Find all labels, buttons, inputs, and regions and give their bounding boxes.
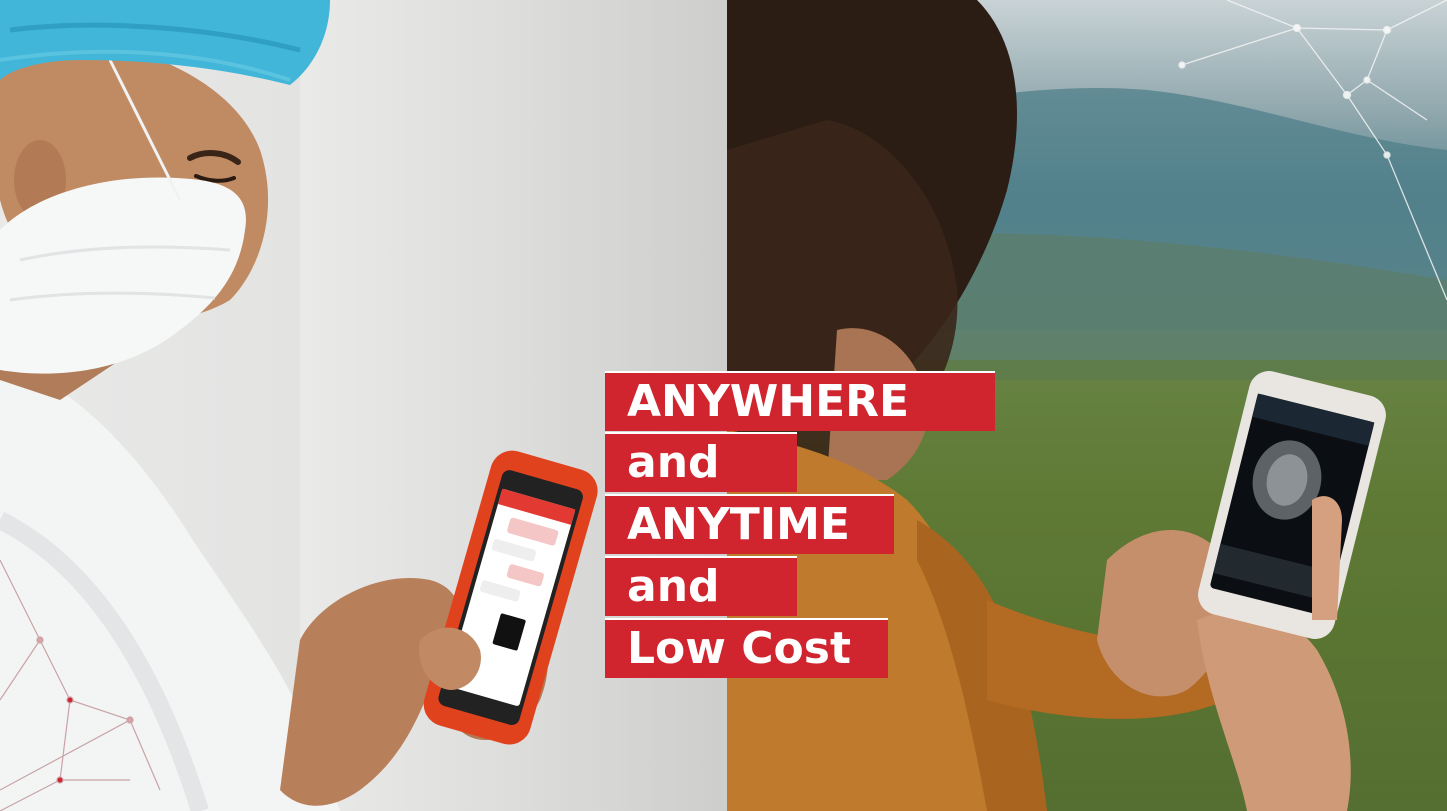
headline-line-5: Low Cost (605, 618, 888, 678)
headline-line-2: and (605, 432, 797, 492)
headline-line-1: ANYWHERE (605, 371, 995, 431)
headline-line-3: ANYTIME (605, 494, 894, 554)
face-mask (0, 177, 246, 374)
headline-line-4: and (605, 556, 797, 616)
